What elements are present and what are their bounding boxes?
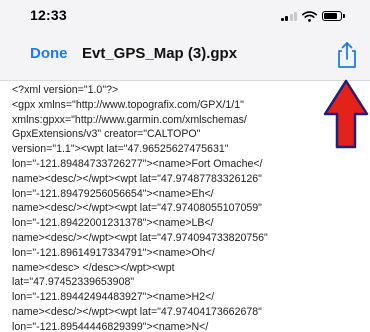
gpx-text-line: name><desc/></wpt><wpt lat="47.974080551…	[12, 202, 262, 215]
red-arrow-icon	[323, 79, 369, 149]
gpx-text-line: lon="-121.89614917334791"><name>Oh</	[12, 246, 215, 259]
gpx-text-line: lat="47.97452339653908"	[12, 276, 135, 289]
gpx-text-line: name><desc> </desc></wpt><wpt	[12, 261, 175, 274]
battery-icon	[322, 11, 345, 21]
gpx-text-line: name><desc/></wpt><wpt lat="47.974041736…	[12, 305, 262, 318]
gpx-text-line: <gpx xmlns="http://www.topografix.com/GP…	[12, 98, 244, 111]
gpx-text-line: lon="-121.89422001231378"><name>LB</	[12, 217, 214, 230]
status-time: 12:33	[30, 7, 67, 23]
done-button[interactable]: Done	[30, 45, 68, 62]
document-title: Evt_GPS_Map (3).gpx	[82, 45, 238, 62]
share-icon[interactable]	[334, 40, 360, 70]
gpx-text-line: xmlns:gpxx="http://www.garmin.com/xmlsch…	[12, 113, 247, 126]
gpx-text-line: GpxExtensions/v3" creator="CALTOPO"	[12, 128, 201, 141]
signal-icon	[280, 11, 297, 21]
status-bar: 12:33	[0, 0, 370, 32]
gpx-text-line: <?xml version="1.0"?>	[12, 84, 119, 96]
gpx-text-line: lon="-121.89484733726277"><name>Fort Oma…	[12, 157, 263, 170]
gpx-text-line: version="1.1"><wpt lat="47.9652562747563…	[12, 143, 229, 156]
gpx-text-line: name><desc/></wpt><wpt lat="47.974877833…	[12, 172, 262, 185]
gpx-text-line: lon="-121.89442494483927"><name>H2</	[12, 291, 215, 304]
status-icons	[280, 9, 345, 23]
navigation-bar: Done Evt_GPS_Map (3).gpx	[0, 32, 370, 81]
gpx-text-line: lon="-121.89479256056654"><name>Eh</	[12, 187, 214, 200]
gpx-text-line: name><desc/></wpt><wpt lat="47.974094733…	[12, 231, 268, 244]
gpx-file-content: <?xml version="1.0"?> <gpx xmlns="http:/…	[12, 83, 364, 332]
wifi-icon	[302, 10, 317, 22]
gpx-text-line: lon="-121.89544446829399"><name>N</	[12, 320, 209, 332]
